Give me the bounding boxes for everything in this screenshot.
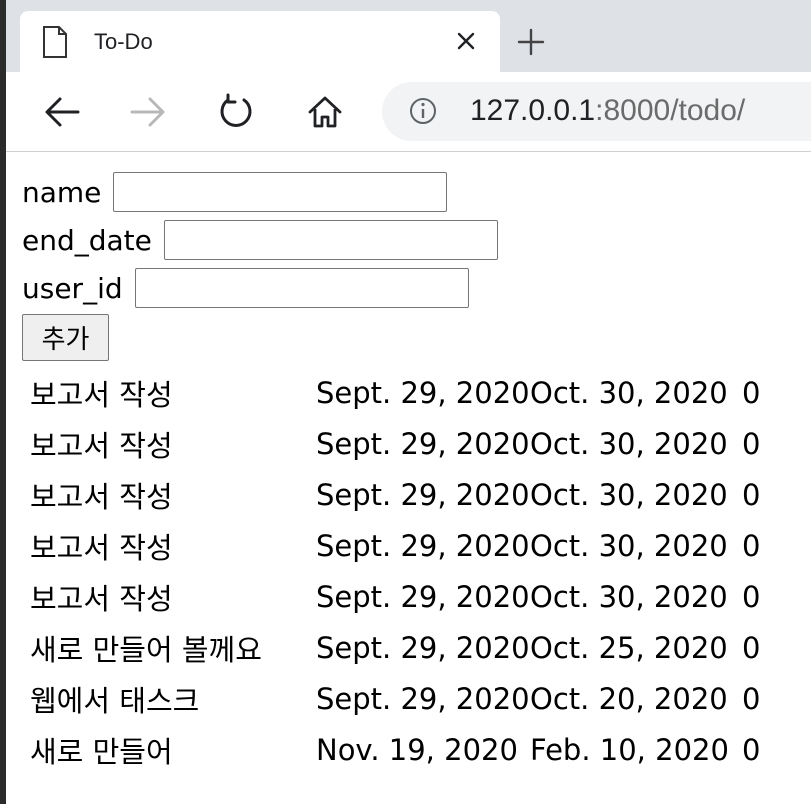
todo-start-date: Sept. 29, 2020 <box>316 477 530 512</box>
todo-user-id: 0 <box>742 528 761 563</box>
table-row: 보고서 작성 Sept. 29, 2020 Oct. 30, 2020 0 <box>30 571 772 622</box>
name-input[interactable] <box>113 172 448 212</box>
table-row: 보고서 작성 Sept. 29, 2020 Oct. 30, 2020 0 <box>30 367 772 418</box>
name-label: name <box>22 175 102 209</box>
todo-name: 보고서 작성 <box>30 428 173 463</box>
url-host: 127.0.0.1 <box>470 94 596 127</box>
todo-name: 보고서 작성 <box>30 479 173 514</box>
todo-end-date: Feb. 10, 2020 <box>530 732 729 767</box>
end-date-input[interactable] <box>163 220 498 260</box>
tab-title: To-Do <box>94 29 153 54</box>
todo-table: 보고서 작성 Sept. 29, 2020 Oct. 30, 2020 0 보고… <box>30 367 772 775</box>
todo-start-date: Sept. 29, 2020 <box>316 528 530 563</box>
todo-name: 보고서 작성 <box>30 530 173 565</box>
forward-arrow-icon <box>130 97 165 127</box>
table-row: 웹에서 태스크 Sept. 29, 2020 Oct. 20, 2020 0 <box>30 673 772 724</box>
info-icon[interactable] <box>408 96 438 126</box>
todo-user-id: 0 <box>742 426 761 461</box>
todo-end-date: Oct. 25, 2020 <box>530 630 728 665</box>
todo-user-id: 0 <box>742 477 761 512</box>
new-tab-icon[interactable] <box>514 25 548 59</box>
user-id-label: user_id <box>22 271 123 305</box>
back-arrow-icon <box>45 97 80 127</box>
todo-end-date: Oct. 20, 2020 <box>530 681 728 716</box>
todo-start-date: Sept. 29, 2020 <box>316 579 530 614</box>
user-id-input[interactable] <box>134 268 469 308</box>
todo-end-date: Oct. 30, 2020 <box>530 477 728 512</box>
end-date-label: end_date <box>22 223 152 257</box>
todo-start-date: Sept. 29, 2020 <box>316 375 530 410</box>
page-content: name end_date user_id 추가 보고서 작성 Sept. 29… <box>6 152 811 804</box>
back-button[interactable] <box>40 90 84 134</box>
reload-button[interactable] <box>214 90 258 134</box>
todo-user-id: 0 <box>742 579 761 614</box>
todo-end-date: Oct. 30, 2020 <box>530 528 728 563</box>
todo-name: 새로 만들어 <box>30 734 173 769</box>
user-id-row: user_id <box>22 268 469 308</box>
todo-start-date: Sept. 29, 2020 <box>316 630 530 665</box>
todo-user-id: 0 <box>742 681 761 716</box>
table-row: 보고서 작성 Sept. 29, 2020 Oct. 30, 2020 0 <box>30 469 772 520</box>
document-icon <box>43 26 67 58</box>
todo-end-date: Oct. 30, 2020 <box>530 579 728 614</box>
todo-start-date: Sept. 29, 2020 <box>316 681 530 716</box>
todo-end-date: Oct. 30, 2020 <box>530 426 728 461</box>
todo-start-date: Nov. 19, 2020 <box>316 732 518 767</box>
table-row: 보고서 작성 Sept. 29, 2020 Oct. 30, 2020 0 <box>30 520 772 571</box>
browser-toolbar: 127.0.0.1:8000/todo/ <box>6 72 811 152</box>
address-bar[interactable]: 127.0.0.1:8000/todo/ <box>382 82 811 141</box>
reload-icon <box>220 93 252 127</box>
table-row: 보고서 작성 Sept. 29, 2020 Oct. 30, 2020 0 <box>30 418 772 469</box>
todo-name: 새로 만들어 볼께요 <box>30 632 262 667</box>
todo-start-date: Sept. 29, 2020 <box>316 426 530 461</box>
todo-end-date: Oct. 30, 2020 <box>530 375 728 410</box>
home-button[interactable] <box>303 90 347 134</box>
todo-name: 보고서 작성 <box>30 581 173 616</box>
forward-button[interactable] <box>126 90 170 134</box>
table-row: 새로 만들어 Nov. 19, 2020 Feb. 10, 2020 0 <box>30 724 772 775</box>
table-row: 새로 만들어 볼께요 Sept. 29, 2020 Oct. 25, 2020 … <box>30 622 772 673</box>
tab-strip: To-Do <box>6 0 811 72</box>
add-button[interactable]: 추가 <box>22 314 109 361</box>
todo-user-id: 0 <box>742 630 761 665</box>
url-path: :8000/todo/ <box>595 94 746 127</box>
todo-name: 웹에서 태스크 <box>30 683 200 718</box>
url-text: 127.0.0.1:8000/todo/ <box>470 94 745 128</box>
end-date-row: end_date <box>22 220 498 260</box>
browser-tab[interactable]: To-Do <box>20 11 500 72</box>
todo-user-id: 0 <box>742 732 761 767</box>
close-icon[interactable] <box>452 27 480 55</box>
name-row: name <box>22 172 448 212</box>
todo-name: 보고서 작성 <box>30 377 173 412</box>
todo-user-id: 0 <box>742 375 761 410</box>
home-icon <box>308 96 342 128</box>
